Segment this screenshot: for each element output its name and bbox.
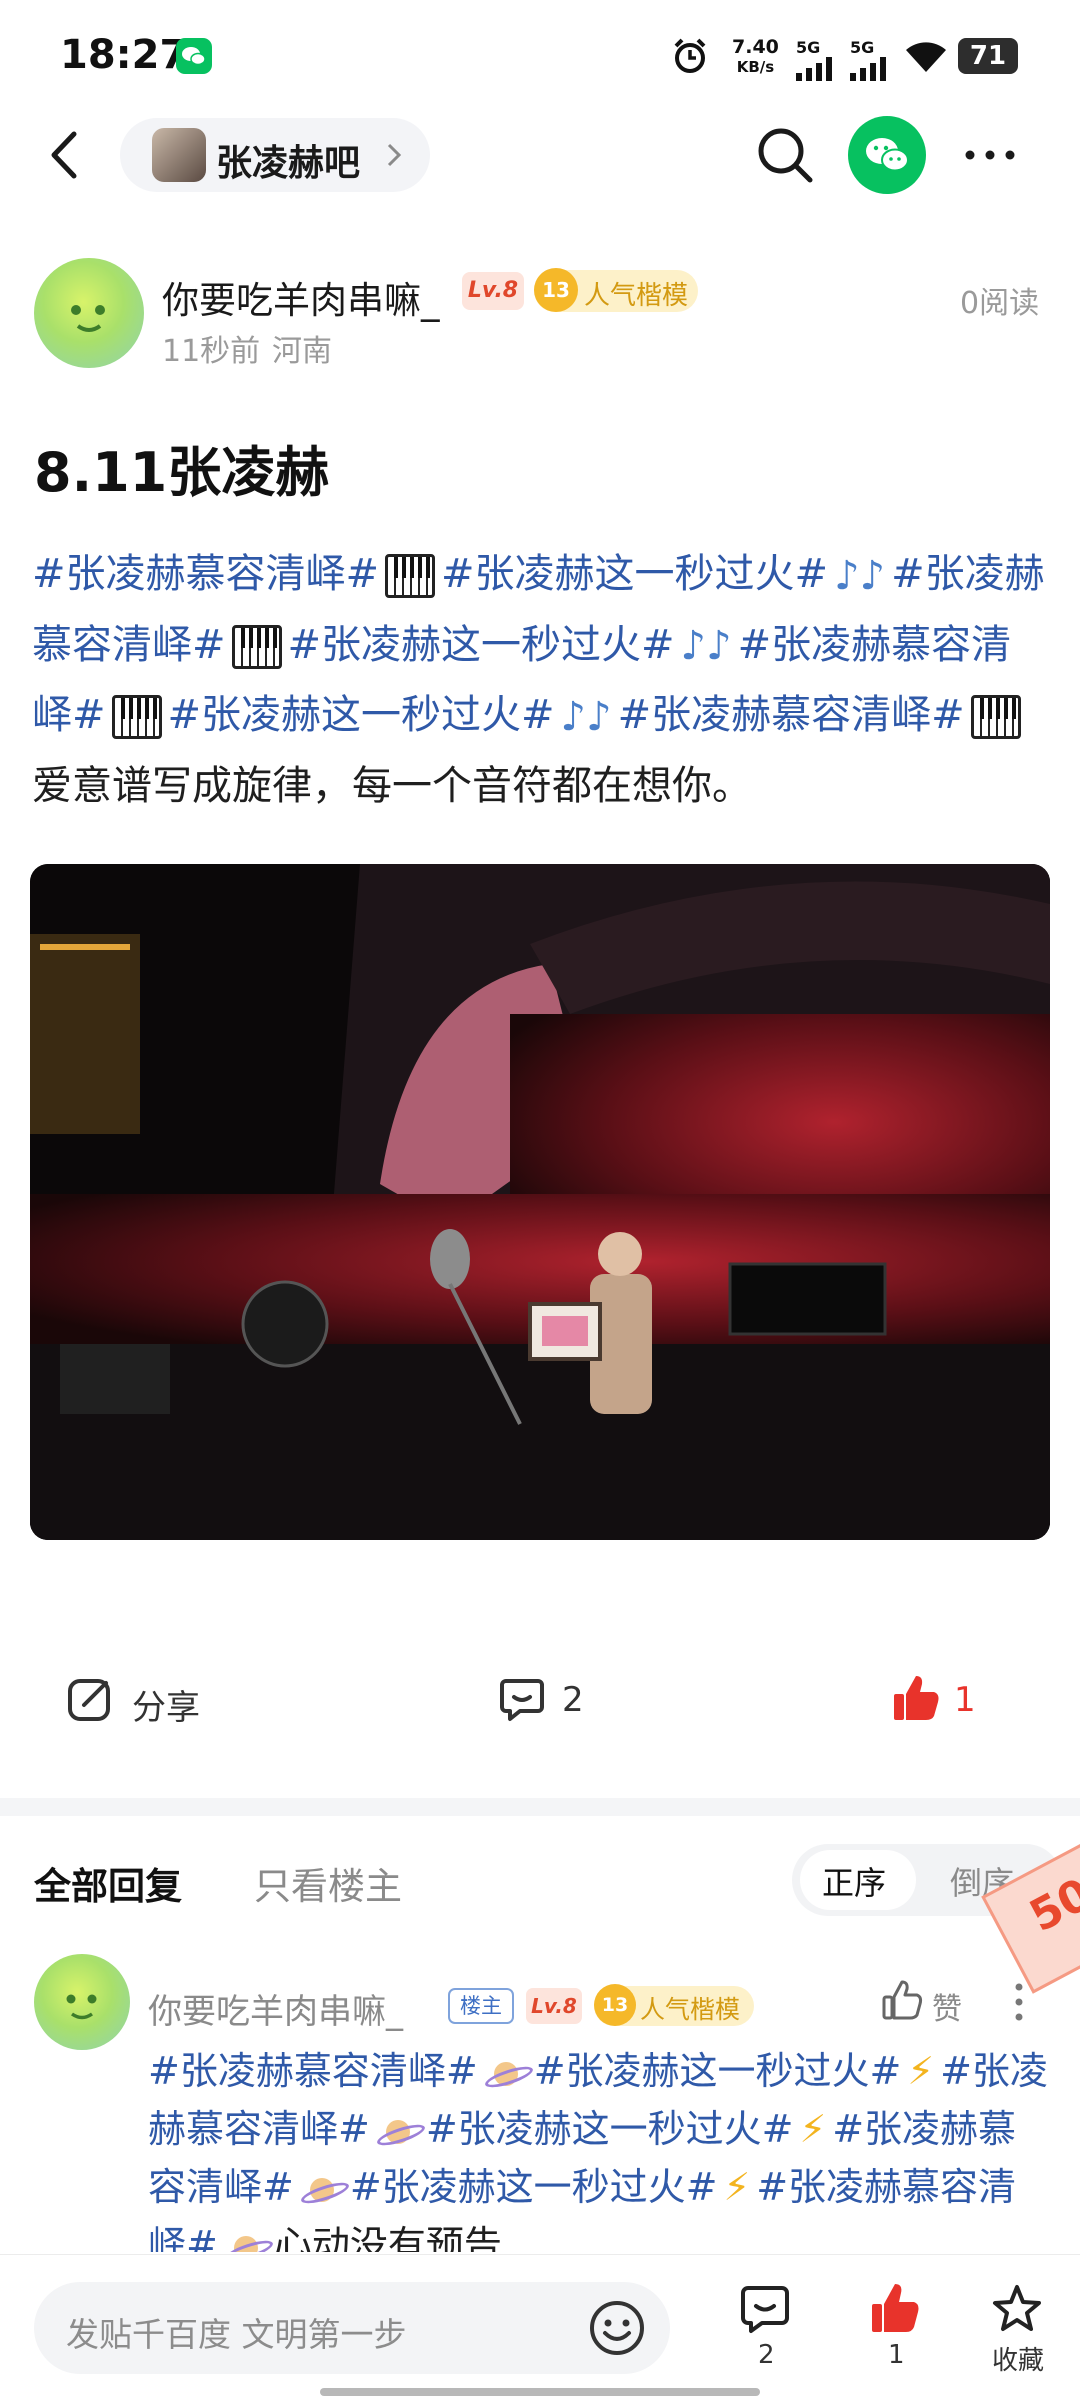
wechat-notification-icon xyxy=(176,38,212,74)
level-badge: Lv.8 xyxy=(462,272,524,310)
planet-icon xyxy=(484,2059,528,2089)
author-name[interactable]: 你要吃羊肉串嘛_ xyxy=(162,270,440,324)
hashtag-link[interactable]: #张凌赫慕容清峄# xyxy=(148,2049,478,2093)
reply-input-placeholder[interactable]: 发贴千百度 文明第一步 xyxy=(66,2308,407,2356)
signal-1-label: 5G xyxy=(796,38,821,57)
author-avatar[interactable] xyxy=(34,258,144,368)
hashtag-link[interactable]: #张凌赫这一秒过火# xyxy=(168,692,555,738)
thumbs-up-icon[interactable] xyxy=(868,2280,922,2336)
reply-avatar[interactable] xyxy=(34,1954,130,2050)
piano-icon xyxy=(111,695,162,739)
planet-icon xyxy=(376,2117,420,2147)
signal-icon xyxy=(850,57,886,81)
forum-avatar xyxy=(152,128,206,182)
signal-2-label: 5G xyxy=(850,38,875,57)
reply-like-button[interactable]: 赞 xyxy=(932,1984,962,2028)
reply-title-badge-text: 人气楷模 xyxy=(640,1995,741,2024)
hashtag-link[interactable]: #张凌赫这一秒过火# xyxy=(288,622,675,668)
sort-asc-label[interactable]: 正序 xyxy=(822,1858,886,1904)
comment-icon[interactable] xyxy=(738,2282,792,2336)
hashtag-link[interactable]: #张凌赫这一秒过火# xyxy=(441,551,828,597)
concert-photo[interactable] xyxy=(30,864,1050,1540)
musical-notes-icon: ♪♪ xyxy=(680,623,732,669)
alarm-icon xyxy=(674,38,706,73)
back-icon[interactable] xyxy=(40,120,90,190)
piano-icon xyxy=(231,624,282,669)
battery-icon: 71 xyxy=(958,38,1018,74)
post-body-text: 爱意谱写成旋律，每一个音符都在想你。 xyxy=(32,762,752,809)
bottom-like-count[interactable]: 1 xyxy=(888,2340,905,2370)
post-time: 11秒前 xyxy=(162,334,261,369)
more-icon[interactable] xyxy=(960,140,1020,170)
net-speed-value: 7.40 xyxy=(732,36,779,58)
hashtag-link[interactable]: #张凌赫慕容清峄# xyxy=(32,551,379,597)
status-time: 18:27 xyxy=(60,32,188,78)
hashtag-link[interactable]: #张凌赫这一秒过火# xyxy=(426,2107,794,2151)
op-badge: 楼主 xyxy=(448,1988,514,2024)
reply-body-text: 心动没有预告 xyxy=(273,2223,502,2252)
reply-level-badge: Lv.8 xyxy=(526,1988,582,2024)
post-location: 河南 xyxy=(272,334,332,369)
reply-title-badge-number: 13 xyxy=(594,1984,636,2026)
comment-count[interactable]: 2 xyxy=(562,1680,584,1720)
chevron-right-icon xyxy=(387,143,402,167)
hashtag-link[interactable]: #张凌赫慕容清峄# xyxy=(618,692,965,738)
musical-notes-icon: ♪♪ xyxy=(834,552,886,599)
lightning-icon: ⚡ xyxy=(799,2107,827,2151)
concert-photo-image xyxy=(30,864,1050,1540)
hashtag-link[interactable]: #张凌赫这一秒过火# xyxy=(534,2049,902,2093)
post-body: #张凌赫慕容清峄# #张凌赫这一秒过火# ♪♪ #张凌赫慕容清峄# #张凌赫这一秒过火#… xyxy=(32,540,1048,821)
signal-1: 5G xyxy=(796,38,836,85)
wifi-icon xyxy=(906,42,946,72)
forum-name[interactable]: 张凌赫吧 xyxy=(216,134,360,186)
net-speed-unit: KB/s xyxy=(736,58,775,76)
lightning-icon: ⚡ xyxy=(723,2165,751,2209)
hashtag-link[interactable]: #张凌赫这一秒过火# xyxy=(350,2165,718,2209)
wechat-share-icon xyxy=(866,138,909,172)
emoji-icon[interactable] xyxy=(588,2299,646,2357)
planet-icon xyxy=(300,2175,344,2205)
lightning-icon: ⚡ xyxy=(907,2049,935,2093)
like-count[interactable]: 1 xyxy=(954,1680,976,1720)
tab-op-only[interactable]: 只看楼主 xyxy=(254,1856,402,1910)
read-count: 0阅读 xyxy=(960,286,1040,321)
share-button[interactable]: 分享 xyxy=(132,1680,200,1729)
wechat-share-button[interactable] xyxy=(848,116,926,194)
thumbs-up-icon[interactable] xyxy=(890,1672,942,1724)
favorite-label[interactable]: 收藏 xyxy=(992,2340,1044,2377)
star-icon[interactable] xyxy=(990,2282,1044,2336)
planet-icon xyxy=(224,2233,268,2252)
comment-icon[interactable] xyxy=(498,1675,546,1723)
search-icon[interactable] xyxy=(752,122,818,188)
tab-all-replies[interactable]: 全部回复 xyxy=(34,1856,182,1910)
signal-icon xyxy=(796,57,832,81)
home-indicator[interactable] xyxy=(320,2388,760,2396)
status-bar: 18:27 7.40 KB/s 5G 5G 71 xyxy=(0,0,1080,110)
section-divider xyxy=(0,1798,1080,1816)
musical-notes-icon: ♪♪ xyxy=(560,693,612,740)
share-icon[interactable] xyxy=(66,1675,114,1723)
title-badge-number: 13 xyxy=(534,268,578,312)
piano-icon xyxy=(385,554,436,598)
title-badge-text: 人气楷模 xyxy=(584,281,689,311)
net-speed: 7.40 KB/s xyxy=(732,36,779,76)
signal-2: 5G xyxy=(850,38,890,85)
reply-author-name[interactable]: 你要吃羊肉串嘛_ xyxy=(148,1984,403,2033)
piano-icon xyxy=(970,695,1021,739)
reply-more-icon[interactable] xyxy=(1012,1980,1026,2024)
bottom-comment-count[interactable]: 2 xyxy=(758,2340,775,2370)
thumbs-up-outline-icon[interactable] xyxy=(880,1978,924,2022)
post-title: 8.11张凌赫 xyxy=(34,441,330,504)
reply-body: #张凌赫慕容清峄# #张凌赫这一秒过火# ⚡ #张凌赫慕容清峄# #张凌赫这一秒过火# ⚡… xyxy=(148,2042,1048,2252)
